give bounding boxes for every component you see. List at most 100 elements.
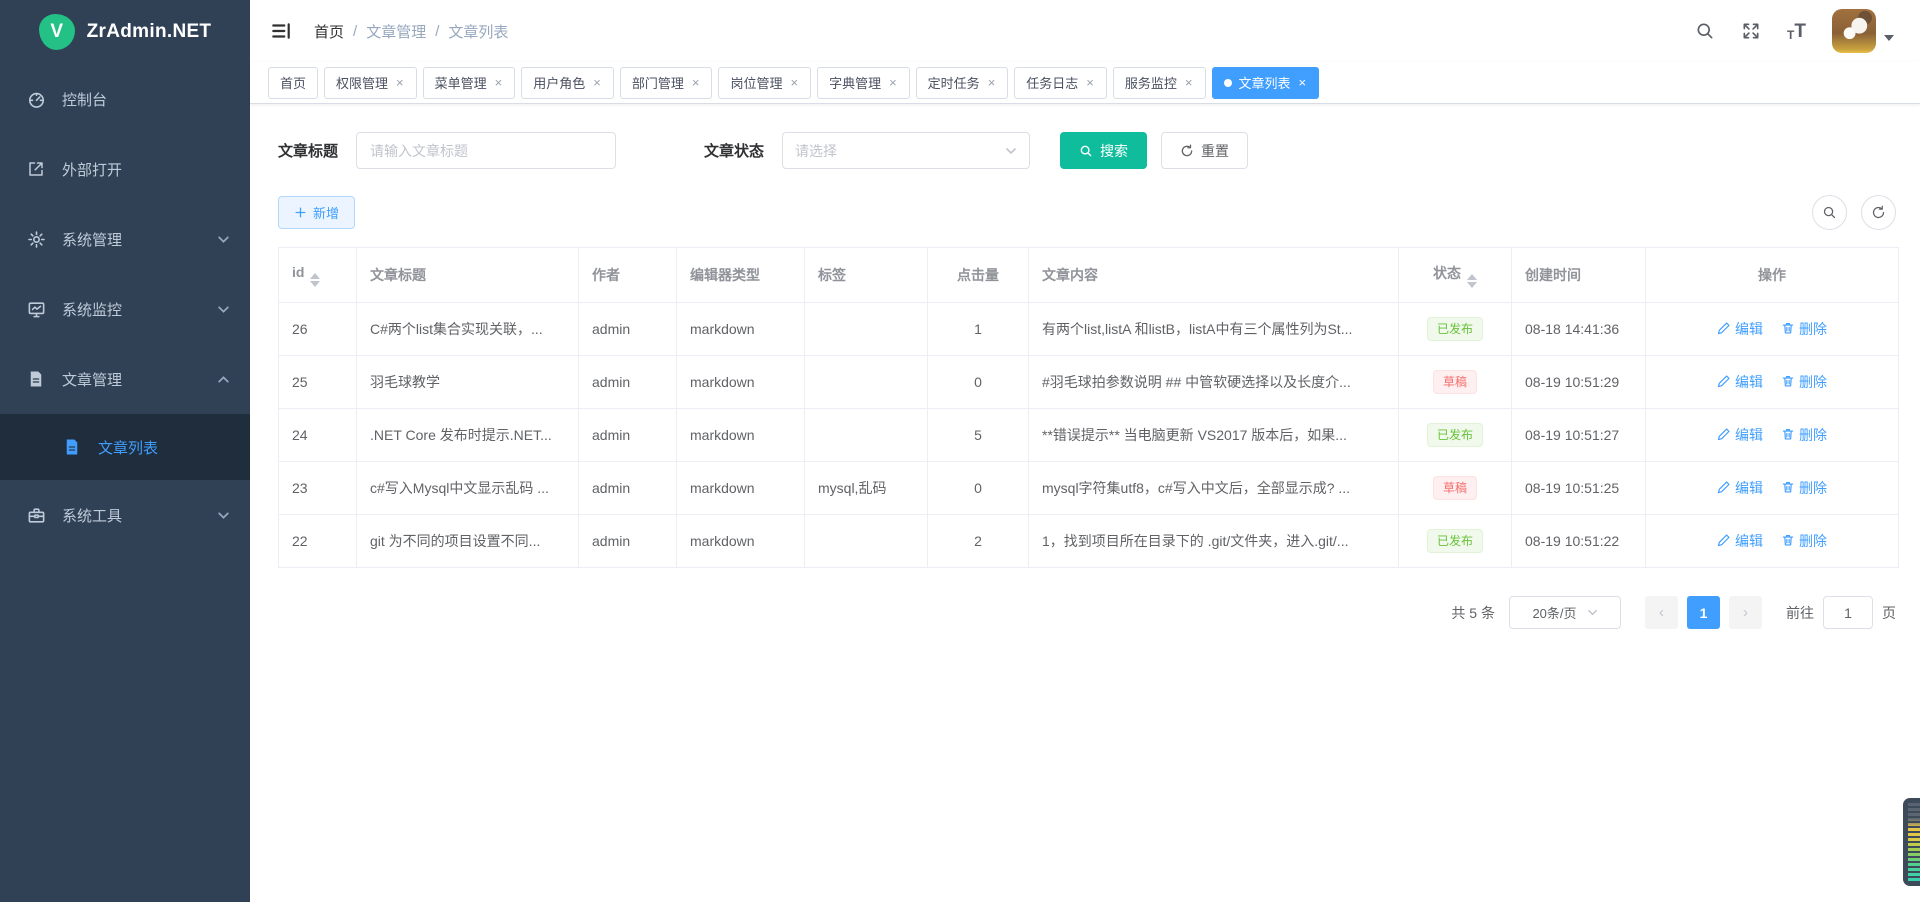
close-icon[interactable]: × — [395, 76, 405, 89]
chevron-up-icon — [217, 373, 230, 386]
cell-clicks: 2 — [928, 515, 1029, 568]
delete-button[interactable]: 删除 — [1781, 425, 1827, 445]
tab-post[interactable]: 岗位管理× — [718, 67, 811, 99]
close-icon[interactable]: × — [691, 76, 701, 89]
active-dot-icon — [1224, 79, 1232, 87]
add-button[interactable]: 新增 — [278, 196, 355, 229]
chevron-down-icon — [217, 303, 230, 316]
search-icon[interactable] — [1695, 21, 1715, 41]
level-meter-widget[interactable] — [1903, 798, 1920, 886]
close-icon[interactable]: × — [1184, 76, 1194, 89]
delete-button[interactable]: 删除 — [1781, 478, 1827, 498]
column-header-tag: 标签 — [805, 248, 928, 303]
sidebar-item-label: 文章列表 — [98, 437, 158, 458]
column-header-created: 创建时间 — [1512, 248, 1646, 303]
article-status-select[interactable]: 请选择 — [782, 132, 1030, 169]
search-button[interactable]: 搜索 — [1060, 132, 1147, 169]
tab-task[interactable]: 定时任务× — [916, 67, 1009, 99]
edit-icon — [1717, 480, 1731, 497]
reset-button[interactable]: 重置 — [1161, 132, 1248, 169]
tab-permission[interactable]: 权限管理× — [324, 67, 417, 99]
pagination: 共 5 条 20条/页 ‹ 1 › 前往 页 — [250, 568, 1920, 629]
sidebar-item-system-manage[interactable]: 系统管理 — [0, 204, 250, 274]
column-header-clicks: 点击量 — [928, 248, 1029, 303]
show-search-toggle-icon[interactable] — [1812, 195, 1847, 230]
breadcrumb-article-manage[interactable]: 文章管理 — [366, 21, 426, 42]
status-badge: 草稿 — [1433, 476, 1477, 500]
cell-editor: markdown — [677, 303, 805, 356]
external-link-icon — [26, 159, 46, 179]
cell-created: 08-18 14:41:36 — [1512, 303, 1646, 356]
edit-button[interactable]: 编辑 — [1717, 425, 1763, 445]
table-header-row: id文章标题作者编辑器类型标签点击量文章内容状态创建时间操作 — [279, 248, 1899, 303]
cell-title: .NET Core 发布时提示.NET... — [357, 409, 579, 462]
close-icon[interactable]: × — [888, 76, 898, 89]
close-icon[interactable]: × — [1085, 76, 1095, 89]
sidebar-item-external-open[interactable]: 外部打开 — [0, 134, 250, 204]
app-logo[interactable]: V ZrAdmin.NET — [0, 0, 250, 64]
avatar[interactable] — [1832, 9, 1876, 53]
goto-page-input[interactable] — [1823, 596, 1873, 629]
next-page-button[interactable]: › — [1729, 596, 1762, 629]
fullscreen-icon[interactable] — [1741, 21, 1761, 41]
page-size-select[interactable]: 20条/页 — [1509, 596, 1621, 629]
page-1-button[interactable]: 1 — [1687, 596, 1720, 629]
close-icon[interactable]: × — [987, 76, 997, 89]
column-header-id[interactable]: id — [279, 248, 357, 303]
table-row: 22git 为不同的项目设置不同...adminmarkdown21，找到项目所… — [279, 515, 1899, 568]
column-header-content: 文章内容 — [1029, 248, 1399, 303]
articles-table-wrap: id文章标题作者编辑器类型标签点击量文章内容状态创建时间操作 26C#两个lis… — [278, 247, 1896, 568]
edit-button[interactable]: 编辑 — [1717, 478, 1763, 498]
close-icon[interactable]: × — [592, 76, 602, 89]
close-icon[interactable]: × — [789, 76, 799, 89]
edit-button[interactable]: 编辑 — [1717, 372, 1763, 392]
breadcrumb-home[interactable]: 首页 — [314, 21, 344, 42]
cell-content: 1，找到项目所在目录下的 .git/文件夹，进入.git/... — [1029, 515, 1399, 568]
edit-button[interactable]: 编辑 — [1717, 319, 1763, 339]
tab-user-role[interactable]: 用户角色× — [521, 67, 614, 99]
column-header-title: 文章标题 — [357, 248, 579, 303]
tab-dept[interactable]: 部门管理× — [620, 67, 713, 99]
close-icon[interactable]: × — [494, 76, 504, 89]
cell-id: 26 — [279, 303, 357, 356]
delete-button[interactable]: 删除 — [1781, 531, 1827, 551]
tab-home[interactable]: 首页 — [268, 67, 318, 99]
user-menu[interactable] — [1832, 9, 1894, 53]
tab-label: 任务日志 — [1026, 73, 1078, 92]
font-size-icon[interactable]: TT — [1787, 22, 1806, 41]
navbar: 首页 / 文章管理 / 文章列表 TT — [250, 0, 1920, 62]
sort-caret-icon[interactable] — [1467, 274, 1477, 288]
cell-clicks: 5 — [928, 409, 1029, 462]
article-title-input[interactable] — [356, 132, 616, 169]
breadcrumb-article-list: 文章列表 — [448, 21, 508, 42]
sidebar-item-system-tools[interactable]: 系统工具 — [0, 480, 250, 550]
prev-page-button[interactable]: ‹ — [1645, 596, 1678, 629]
cell-status: 草稿 — [1399, 356, 1512, 409]
cell-id: 24 — [279, 409, 357, 462]
delete-button[interactable]: 删除 — [1781, 319, 1827, 339]
cell-actions: 编辑删除 — [1646, 515, 1899, 568]
sidebar-item-article-manage[interactable]: 文章管理 — [0, 344, 250, 414]
sort-caret-icon[interactable] — [310, 273, 320, 287]
sidebar-item-system-monitor[interactable]: 系统监控 — [0, 274, 250, 344]
sidebar-collapse-icon[interactable] — [268, 18, 294, 44]
sidebar-item-article-list[interactable]: 文章列表 — [0, 414, 250, 480]
cell-author: admin — [579, 303, 677, 356]
tab-service-monitor[interactable]: 服务监控× — [1113, 67, 1206, 99]
close-icon[interactable]: × — [1298, 76, 1308, 89]
tab-task-log[interactable]: 任务日志 × — [1014, 67, 1107, 99]
refresh-icon[interactable] — [1861, 195, 1896, 230]
tab-menu[interactable]: 菜单管理 × — [423, 67, 516, 99]
cell-clicks: 0 — [928, 356, 1029, 409]
column-header-status[interactable]: 状态 — [1399, 248, 1512, 303]
cell-clicks: 1 — [928, 303, 1029, 356]
delete-button[interactable]: 删除 — [1781, 372, 1827, 392]
tab-article-list[interactable]: 文章列表× — [1212, 67, 1320, 99]
sidebar-item-label: 外部打开 — [62, 159, 122, 180]
tab-label: 菜单管理 — [435, 73, 487, 92]
sidebar-item-dashboard[interactable]: 控制台 — [0, 64, 250, 134]
edit-button[interactable]: 编辑 — [1717, 531, 1763, 551]
navbar-actions: TT — [1695, 9, 1894, 53]
tab-dict[interactable]: 字典管理× — [817, 67, 910, 99]
level-meter-stripes — [1908, 803, 1920, 881]
